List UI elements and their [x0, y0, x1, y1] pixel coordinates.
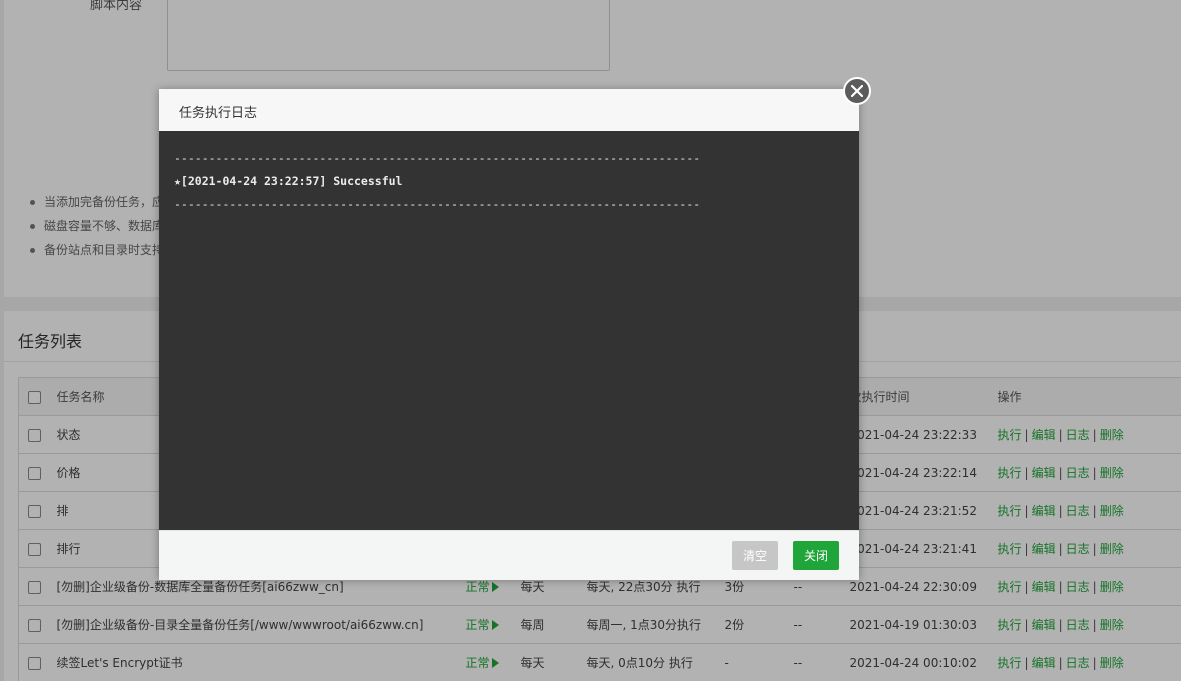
log-text: ----------------------------------------…	[174, 147, 700, 216]
log-panel[interactable]: ----------------------------------------…	[159, 131, 859, 530]
clear-button[interactable]: 清空	[732, 541, 778, 570]
close-icon-glyph	[851, 85, 863, 97]
close-button[interactable]: 关闭	[793, 541, 839, 570]
dialog-title: 任务执行日志	[179, 106, 258, 121]
dialog-header: 任务执行日志	[159, 89, 859, 131]
log-line: ★[2021-04-24 23:22:57] Successful	[174, 174, 403, 188]
log-line: ----------------------------------------…	[174, 151, 701, 165]
dialog-footer: 清空 关闭	[159, 530, 859, 580]
close-icon[interactable]	[843, 77, 871, 105]
log-line: ----------------------------------------…	[174, 197, 701, 211]
task-log-dialog: 任务执行日志 ---------------------------------…	[159, 89, 859, 580]
